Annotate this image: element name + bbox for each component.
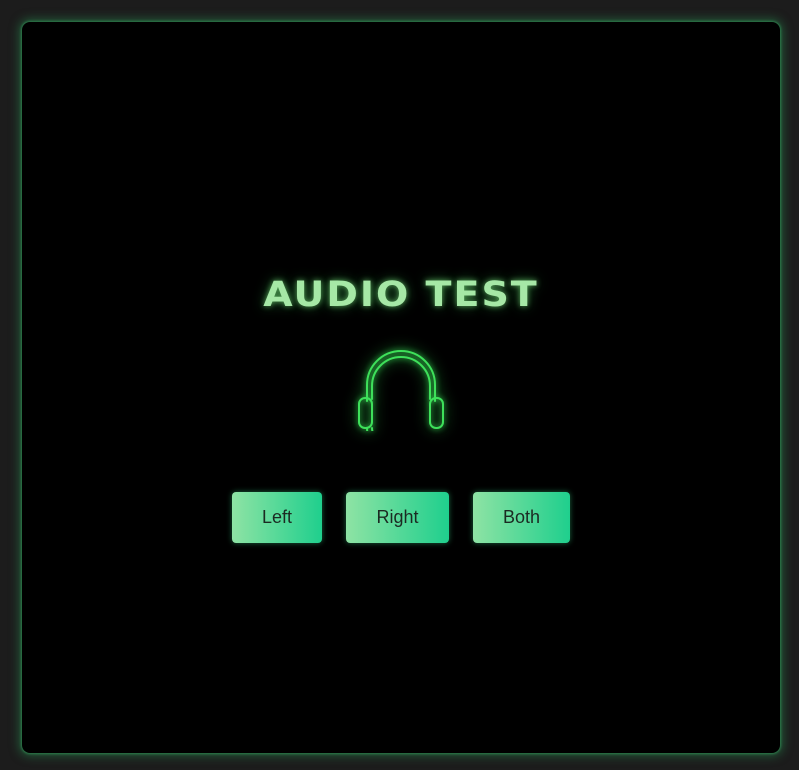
headset-icon xyxy=(353,345,449,446)
page-title: AUDIO TEST xyxy=(263,273,539,315)
left-channel-button[interactable]: Left xyxy=(232,492,322,543)
audio-test-panel: AUDIO TEST Left Right Both xyxy=(22,22,780,753)
both-channels-button[interactable]: Both xyxy=(473,492,570,543)
right-channel-button[interactable]: Right xyxy=(346,492,449,543)
